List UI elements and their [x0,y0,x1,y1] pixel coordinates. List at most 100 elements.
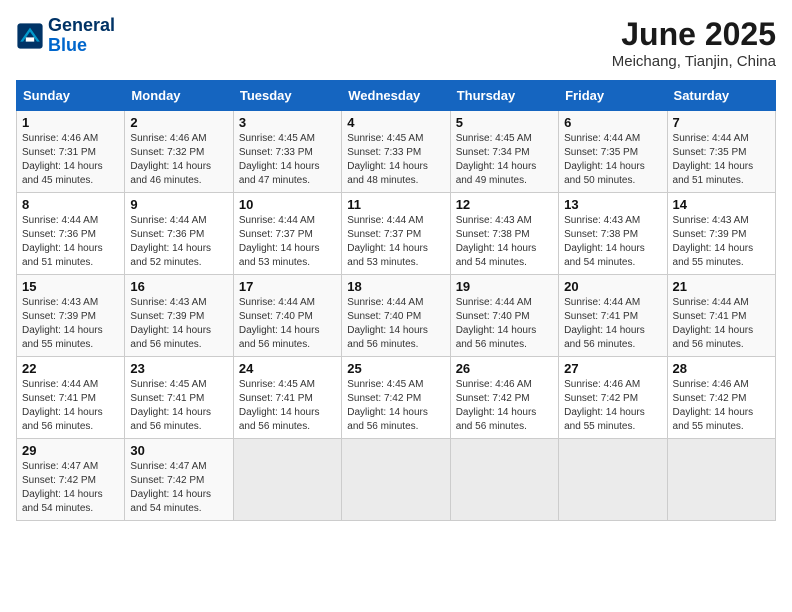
calendar-cell: 14Sunrise: 4:43 AM Sunset: 7:39 PM Dayli… [667,193,775,275]
calendar-cell: 5 Sunrise: 4:45 AM Sunset: 7:34 PM Daylig… [450,111,558,193]
title-area: June 2025 Meichang, Tianjin, China [612,16,776,70]
day-header-tuesday: Tuesday [233,81,341,111]
day-header-friday: Friday [559,81,667,111]
day-header-sunday: Sunday [17,81,125,111]
day-info: Sunrise: 4:46 AM Sunset: 7:32 PM Dayligh… [130,132,227,188]
calendar-cell: 18 Sunrise: 4:44 AM Sunset: 7:40 PM Dayli… [342,275,450,357]
calendar-cell: 30 Sunrise: 4:47 AM Sunset: 7:42 PM Dayli… [125,439,233,521]
day-info: Sunrise: 4:47 AM Sunset: 7:42 PM Dayligh… [22,460,119,516]
calendar-cell: 16 Sunrise: 4:43 AM Sunset: 7:39 PM Dayli… [125,275,233,357]
day-number: 12 [456,197,553,212]
day-number: 4 [347,115,444,130]
day-info: Sunrise: 4:44 AM Sunset: 7:35 PM Dayligh… [564,132,661,188]
day-number: 1 [22,115,119,130]
logo-text: General Blue [48,16,115,56]
day-info: Sunrise: 4:46 AM Sunset: 7:42 PM Dayligh… [673,378,770,434]
day-number: 13 [564,197,661,212]
header: General Blue June 2025 Meichang, Tianjin… [16,16,776,70]
calendar-cell: 25 Sunrise: 4:45 AM Sunset: 7:42 PM Dayli… [342,357,450,439]
day-number: 17 [239,279,336,294]
calendar-cell: 15Sunrise: 4:43 AM Sunset: 7:39 PM Dayli… [17,275,125,357]
calendar-cell: 11Sunrise: 4:44 AM Sunset: 7:37 PM Dayli… [342,193,450,275]
day-number: 22 [22,361,119,376]
day-info: Sunrise: 4:43 AM Sunset: 7:39 PM Dayligh… [673,214,770,270]
week-row-2: 8 Sunrise: 4:44 AM Sunset: 7:36 PM Daylig… [17,193,776,275]
day-number: 7 [673,115,770,130]
calendar-table: SundayMondayTuesdayWednesdayThursdayFrid… [16,80,776,521]
day-info: Sunrise: 4:46 AM Sunset: 7:31 PM Dayligh… [22,132,119,188]
calendar-cell: 27Sunrise: 4:46 AM Sunset: 7:42 PM Dayli… [559,357,667,439]
day-info: Sunrise: 4:46 AM Sunset: 7:42 PM Dayligh… [456,378,553,434]
calendar-cell: 3 Sunrise: 4:45 AM Sunset: 7:33 PM Daylig… [233,111,341,193]
calendar-cell: 23 Sunrise: 4:45 AM Sunset: 7:41 PM Dayli… [125,357,233,439]
day-info: Sunrise: 4:43 AM Sunset: 7:38 PM Dayligh… [456,214,553,270]
day-info: Sunrise: 4:45 AM Sunset: 7:41 PM Dayligh… [239,378,336,434]
calendar-cell: 13 Sunrise: 4:43 AM Sunset: 7:38 PM Dayli… [559,193,667,275]
calendar-cell: 4 Sunrise: 4:45 AM Sunset: 7:33 PM Daylig… [342,111,450,193]
day-number: 9 [130,197,227,212]
day-number: 21 [673,279,770,294]
day-info: Sunrise: 4:45 AM Sunset: 7:42 PM Dayligh… [347,378,444,434]
day-header-wednesday: Wednesday [342,81,450,111]
week-row-5: 29 Sunrise: 4:47 AM Sunset: 7:42 PM Dayli… [17,439,776,521]
calendar-cell: 20 Sunrise: 4:44 AM Sunset: 7:41 PM Dayli… [559,275,667,357]
day-info: Sunrise: 4:44 AM Sunset: 7:41 PM Dayligh… [564,296,661,352]
calendar-cell: 9 Sunrise: 4:44 AM Sunset: 7:36 PM Daylig… [125,193,233,275]
day-number: 29 [22,443,119,458]
day-number: 19 [456,279,553,294]
calendar-cell: 29 Sunrise: 4:47 AM Sunset: 7:42 PM Dayli… [17,439,125,521]
day-number: 25 [347,361,444,376]
day-info: Sunrise: 4:44 AM Sunset: 7:41 PM Dayligh… [673,296,770,352]
day-info: Sunrise: 4:44 AM Sunset: 7:41 PM Dayligh… [22,378,119,434]
calendar-cell: 6Sunrise: 4:44 AM Sunset: 7:35 PM Daylig… [559,111,667,193]
day-number: 16 [130,279,227,294]
calendar-cell: 7 Sunrise: 4:44 AM Sunset: 7:35 PM Daylig… [667,111,775,193]
day-info: Sunrise: 4:45 AM Sunset: 7:41 PM Dayligh… [130,378,227,434]
calendar-cell: 22 Sunrise: 4:44 AM Sunset: 7:41 PM Dayli… [17,357,125,439]
day-info: Sunrise: 4:43 AM Sunset: 7:38 PM Dayligh… [564,214,661,270]
day-info: Sunrise: 4:44 AM Sunset: 7:36 PM Dayligh… [130,214,227,270]
calendar-cell: 21 Sunrise: 4:44 AM Sunset: 7:41 PM Dayli… [667,275,775,357]
calendar-cell [559,439,667,521]
day-info: Sunrise: 4:44 AM Sunset: 7:37 PM Dayligh… [347,214,444,270]
day-info: Sunrise: 4:46 AM Sunset: 7:42 PM Dayligh… [564,378,661,434]
day-number: 30 [130,443,227,458]
day-info: Sunrise: 4:44 AM Sunset: 7:36 PM Dayligh… [22,214,119,270]
day-number: 18 [347,279,444,294]
day-header-row: SundayMondayTuesdayWednesdayThursdayFrid… [17,81,776,111]
calendar-cell: 28 Sunrise: 4:46 AM Sunset: 7:42 PM Dayli… [667,357,775,439]
calendar-cell: 19Sunrise: 4:44 AM Sunset: 7:40 PM Dayli… [450,275,558,357]
calendar-cell: 1 Sunrise: 4:46 AM Sunset: 7:31 PM Daylig… [17,111,125,193]
day-info: Sunrise: 4:45 AM Sunset: 7:34 PM Dayligh… [456,132,553,188]
calendar-cell [667,439,775,521]
calendar-cell: 26 Sunrise: 4:46 AM Sunset: 7:42 PM Dayli… [450,357,558,439]
day-info: Sunrise: 4:43 AM Sunset: 7:39 PM Dayligh… [130,296,227,352]
calendar-cell [233,439,341,521]
logo: General Blue [16,16,115,56]
day-info: Sunrise: 4:45 AM Sunset: 7:33 PM Dayligh… [347,132,444,188]
day-number: 10 [239,197,336,212]
day-number: 8 [22,197,119,212]
day-info: Sunrise: 4:45 AM Sunset: 7:33 PM Dayligh… [239,132,336,188]
week-row-4: 22 Sunrise: 4:44 AM Sunset: 7:41 PM Dayli… [17,357,776,439]
week-row-3: 15 Sunrise: 4:43 AM Sunset: 7:39 PM Dayli… [17,275,776,357]
day-info: Sunrise: 4:47 AM Sunset: 7:42 PM Dayligh… [130,460,227,516]
day-number: 26 [456,361,553,376]
day-number: 24 [239,361,336,376]
logo-icon [16,22,44,50]
day-info: Sunrise: 4:44 AM Sunset: 7:35 PM Dayligh… [673,132,770,188]
day-info: Sunrise: 4:44 AM Sunset: 7:40 PM Dayligh… [347,296,444,352]
day-number: 15 [22,279,119,294]
day-number: 28 [673,361,770,376]
day-info: Sunrise: 4:44 AM Sunset: 7:37 PM Dayligh… [239,214,336,270]
day-number: 20 [564,279,661,294]
calendar-cell: 17 Sunrise: 4:44 AM Sunset: 7:40 PM Dayli… [233,275,341,357]
day-number: 23 [130,361,227,376]
calendar-cell: 8 Sunrise: 4:44 AM Sunset: 7:36 PM Daylig… [17,193,125,275]
calendar-cell: 12 Sunrise: 4:43 AM Sunset: 7:38 PM Dayli… [450,193,558,275]
day-number: 5 [456,115,553,130]
day-number: 2 [130,115,227,130]
day-number: 3 [239,115,336,130]
week-row-1: 1 Sunrise: 4:46 AM Sunset: 7:31 PM Daylig… [17,111,776,193]
day-info: Sunrise: 4:44 AM Sunset: 7:40 PM Dayligh… [239,296,336,352]
